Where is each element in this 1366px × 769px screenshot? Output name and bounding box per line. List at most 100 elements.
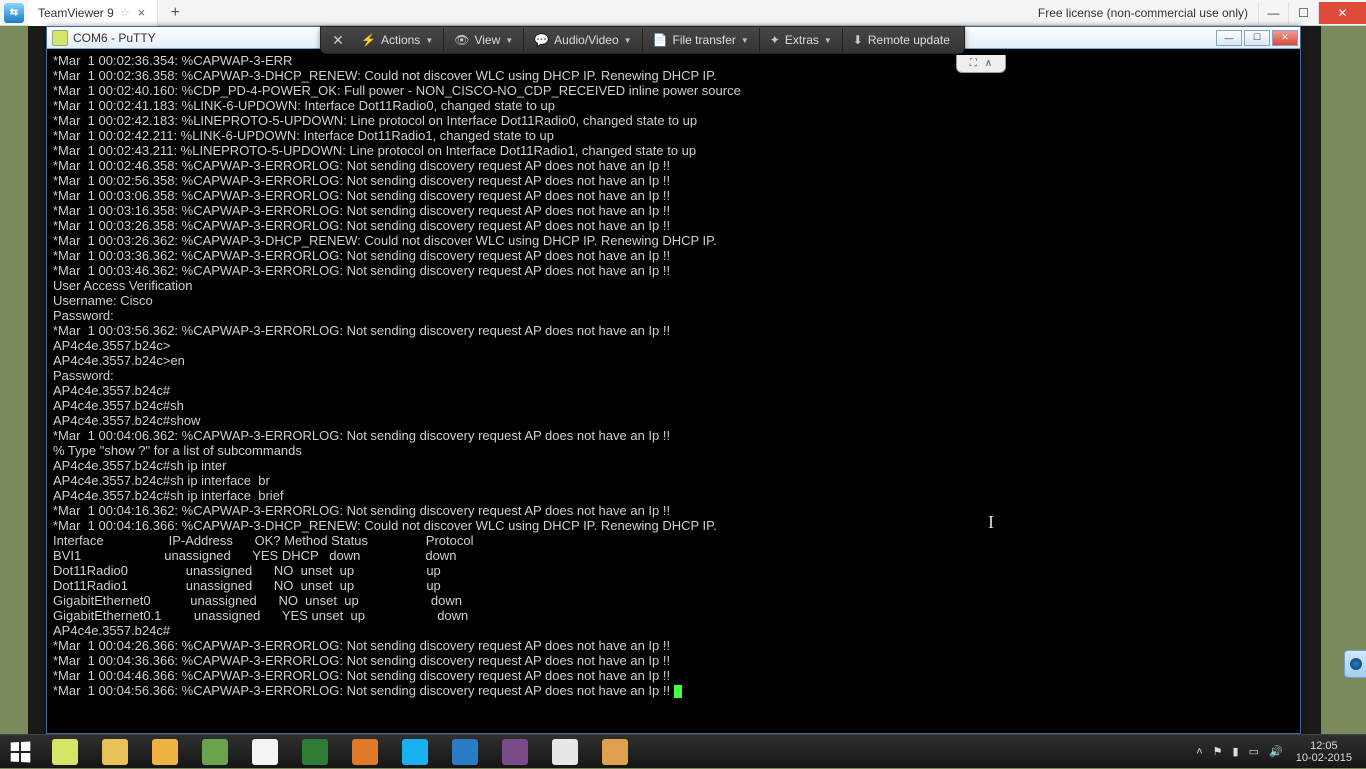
taskbar-clock[interactable]: 12:05 10-02-2015: [1288, 740, 1360, 764]
terminal-line: % Type "show ?" for a list of subcommand…: [53, 443, 1294, 458]
taskbar-item-putty[interactable]: [41, 736, 89, 768]
app-close-button[interactable]: ✕: [1318, 2, 1366, 24]
terminal-line: *Mar 1 00:02:41.183: %LINK-6-UPDOWN: Int…: [53, 98, 1294, 113]
terminal-line: Password:: [53, 368, 1294, 383]
download-icon: ⬇: [853, 33, 863, 47]
remote-desktop-left-margin: [28, 26, 46, 734]
putty-close-button[interactable]: ✕: [1272, 30, 1298, 46]
skype-icon: [402, 739, 428, 765]
utility-icon: [602, 739, 628, 765]
extras-menu[interactable]: ✦Extras▼: [760, 28, 843, 52]
terminal-line: *Mar 1 00:04:06.362: %CAPWAP-3-ERRORLOG:…: [53, 428, 1294, 443]
taskbar-item-excel[interactable]: [291, 736, 339, 768]
taskbar-item-chrome[interactable]: [241, 736, 289, 768]
terminal-line: *Mar 1 00:04:16.362: %CAPWAP-3-ERRORLOG:…: [53, 503, 1294, 518]
file-transfer-menu[interactable]: 📄File transfer▼: [643, 28, 760, 52]
eye-icon: 👁: [454, 33, 469, 47]
notepad-icon: [552, 739, 578, 765]
terminal-line: Dot11Radio0 unassigned NO unset up up: [53, 563, 1294, 578]
remote-cursor-icon: I: [988, 512, 994, 533]
terminal-line: *Mar 1 00:03:36.362: %CAPWAP-3-ERRORLOG:…: [53, 248, 1294, 263]
explorer-icon: [102, 739, 128, 765]
terminal-line: *Mar 1 00:03:56.362: %CAPWAP-3-ERRORLOG:…: [53, 323, 1294, 338]
terminal-line: Interface IP-Address OK? Method Status P…: [53, 533, 1294, 548]
app-maximize-button[interactable]: ☐: [1288, 2, 1318, 24]
teamviewer-tab[interactable]: TeamViewer 9 ☆ ×: [28, 0, 158, 26]
teamviewer-tabbar: ⇆ TeamViewer 9 ☆ × + Free license (non-c…: [0, 0, 1366, 26]
excel-icon: [302, 739, 328, 765]
putty-icon: [52, 30, 68, 46]
winrar-icon: [502, 739, 528, 765]
tray-network-icon[interactable]: ▮: [1228, 745, 1244, 758]
taskbar-item-teamviewer[interactable]: [441, 736, 489, 768]
terminal-line: *Mar 1 00:04:36.366: %CAPWAP-3-ERRORLOG:…: [53, 653, 1294, 668]
start-button[interactable]: [0, 735, 40, 769]
taskbar-item-skype[interactable]: [391, 736, 439, 768]
chevron-down-icon: ▼: [624, 36, 632, 45]
tray-battery-icon[interactable]: ▭: [1244, 745, 1264, 758]
clock-date: 10-02-2015: [1296, 752, 1352, 764]
pin-icon[interactable]: ∧: [985, 58, 992, 69]
terminal-line: AP4c4e.3557.b24c#: [53, 383, 1294, 398]
taskbar-item-outlook[interactable]: [141, 736, 189, 768]
chevron-down-icon: ▼: [741, 36, 749, 45]
terminal-line: *Mar 1 00:03:26.358: %CAPWAP-3-ERRORLOG:…: [53, 218, 1294, 233]
taskbar-item-notepad[interactable]: [541, 736, 589, 768]
taskbar-item-winrar[interactable]: [491, 736, 539, 768]
putty-minimize-button[interactable]: —: [1216, 30, 1242, 46]
fullscreen-icon[interactable]: ⛶: [970, 58, 977, 69]
teamviewer-logo-icon: ⇆: [4, 3, 24, 23]
session-toolbar-handle[interactable]: ⛶ ∧: [956, 55, 1006, 73]
terminal-line: Dot11Radio1 unassigned NO unset up up: [53, 578, 1294, 593]
audio-video-menu[interactable]: 💬Audio/Video▼: [524, 28, 642, 52]
winscp-icon: [202, 739, 228, 765]
terminal-line: BVI1 unassigned YES DHCP down down: [53, 548, 1294, 563]
chat-icon: 💬: [534, 33, 549, 47]
terminal-line: AP4c4e.3557.b24c#: [53, 623, 1294, 638]
app-minimize-button[interactable]: —: [1258, 2, 1288, 24]
gear-icon: ✦: [770, 33, 780, 47]
view-menu[interactable]: 👁View▼: [444, 28, 524, 52]
terminal-line: GigabitEthernet0.1 unassigned YES unset …: [53, 608, 1294, 623]
license-label: Free license (non-commercial use only): [1028, 6, 1258, 20]
teamviewer-panel-tab[interactable]: [1344, 650, 1366, 678]
taskbar-item-utility[interactable]: [591, 736, 639, 768]
taskbar-item-firefox[interactable]: [341, 736, 389, 768]
terminal-line: *Mar 1 00:02:56.358: %CAPWAP-3-ERRORLOG:…: [53, 173, 1294, 188]
taskbar-item-winscp[interactable]: [191, 736, 239, 768]
terminal-line: User Access Verification: [53, 278, 1294, 293]
terminal-line: AP4c4e.3557.b24c#show: [53, 413, 1294, 428]
putty-maximize-button[interactable]: ☐: [1244, 30, 1270, 46]
chevron-down-icon: ▼: [425, 36, 433, 45]
terminal-line: *Mar 1 00:03:46.362: %CAPWAP-3-ERRORLOG:…: [53, 263, 1294, 278]
session-toolbar: ✕ ⚡Actions▼ 👁View▼ 💬Audio/Video▼ 📄File t…: [320, 26, 965, 54]
windows-logo-icon: [11, 741, 31, 762]
system-tray: ˄ ⚑ ▮ ▭ 🔊 12:05 10-02-2015: [1191, 740, 1366, 764]
terminal-line: *Mar 1 00:03:16.358: %CAPWAP-3-ERRORLOG:…: [53, 203, 1294, 218]
terminal-line: *Mar 1 00:02:40.160: %CDP_PD-4-POWER_OK:…: [53, 83, 1294, 98]
terminal-cursor: [674, 685, 682, 698]
file-icon: 📄: [653, 33, 668, 47]
terminal-line: *Mar 1 00:04:56.366: %CAPWAP-3-ERRORLOG:…: [53, 683, 1294, 698]
terminal-line: AP4c4e.3557.b24c#sh: [53, 398, 1294, 413]
star-icon[interactable]: ☆: [120, 6, 130, 19]
remote-desktop-right-margin: [1301, 26, 1321, 734]
terminal-line: AP4c4e.3557.b24c>en: [53, 353, 1294, 368]
tray-flag-icon[interactable]: ⚑: [1208, 745, 1228, 758]
putty-window: COM6 - PuTTY — ☐ ✕ *Mar 1 00:02:36.354: …: [46, 26, 1301, 734]
taskbar-item-explorer[interactable]: [91, 736, 139, 768]
terminal-line: AP4c4e.3557.b24c#sh ip inter: [53, 458, 1294, 473]
tray-volume-icon[interactable]: 🔊: [1264, 745, 1288, 758]
actions-menu[interactable]: ⚡Actions▼: [351, 28, 444, 52]
teamviewer-icon: [452, 739, 478, 765]
remote-update-button[interactable]: ⬇Remote update: [843, 28, 960, 52]
tray-chevron-up-icon[interactable]: ˄: [1191, 746, 1207, 758]
close-icon[interactable]: ×: [136, 5, 148, 20]
clock-time: 12:05: [1296, 740, 1352, 752]
session-close-button[interactable]: ✕: [325, 32, 351, 49]
firefox-icon: [352, 739, 378, 765]
bolt-icon: ⚡: [361, 33, 376, 47]
terminal-output[interactable]: *Mar 1 00:02:36.354: %CAPWAP-3-ERR *Mar …: [47, 49, 1300, 733]
putty-icon: [52, 739, 78, 765]
new-tab-button[interactable]: +: [164, 2, 186, 24]
